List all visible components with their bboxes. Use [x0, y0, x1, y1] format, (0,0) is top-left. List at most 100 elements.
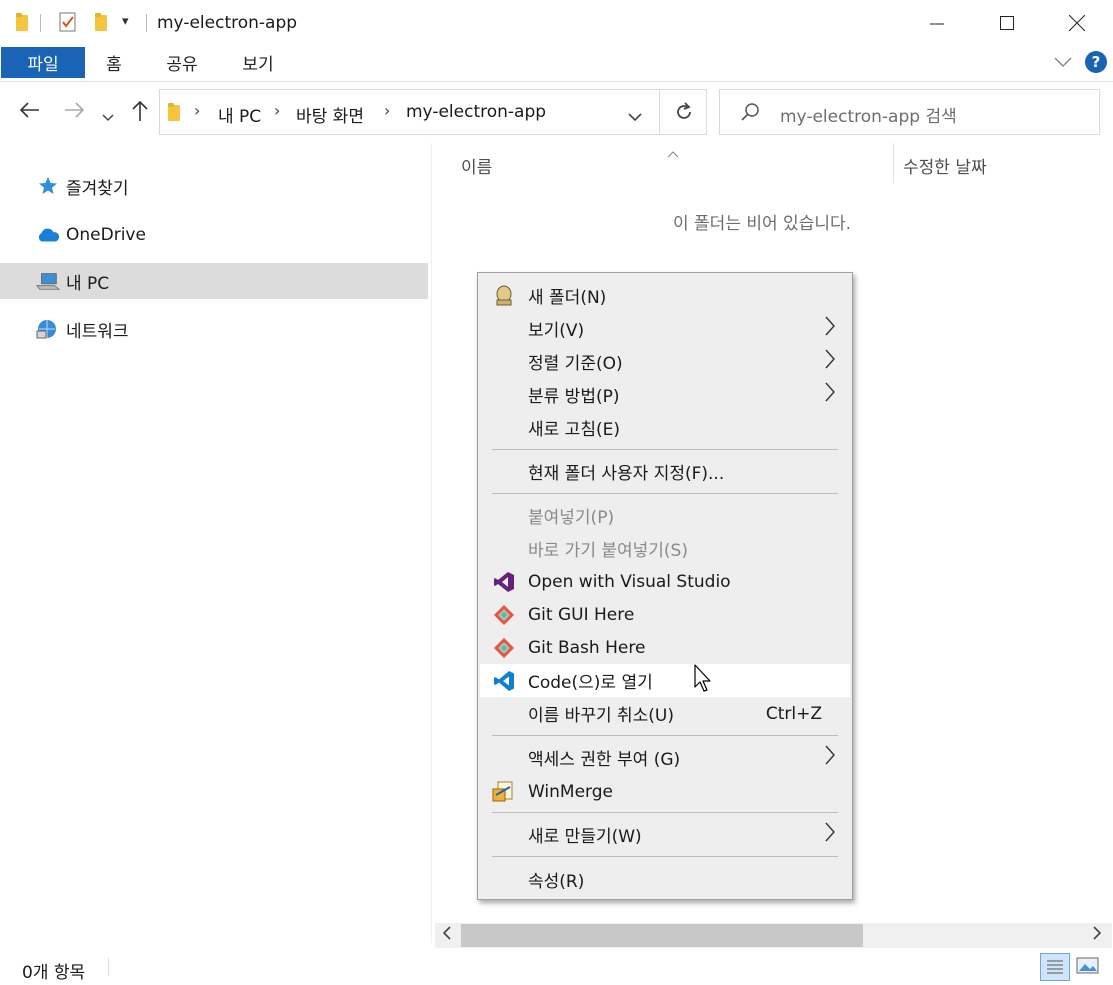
expand-ribbon-icon[interactable]: [1054, 52, 1072, 73]
scroll-right-icon[interactable]: [1091, 925, 1103, 945]
menu-separator: [492, 812, 838, 813]
menu-item-label: 새로 고침(E): [528, 420, 620, 440]
menu-item-new-folder[interactable]: 새 폴더(N): [480, 279, 850, 312]
menu-item-label: 보기(V): [528, 321, 585, 341]
chevron-right-icon: [824, 381, 836, 409]
menu-item-undo-rename[interactable]: 이름 바꾸기 취소(U) Ctrl+Z: [480, 697, 850, 730]
details-view-icon[interactable]: [1040, 953, 1070, 981]
up-button[interactable]: [130, 100, 150, 128]
menu-item-label: WinMerge: [528, 781, 613, 802]
horizontal-scrollbar[interactable]: [435, 923, 1112, 948]
folder-icon: [166, 102, 182, 122]
recent-locations-icon[interactable]: [102, 104, 114, 129]
help-icon[interactable]: ?: [1085, 51, 1107, 73]
empty-folder-message: 이 폴더는 비어 있습니다.: [673, 214, 852, 234]
menu-item-paste-shortcut: 바로 가기 붙여넣기(S): [480, 532, 850, 565]
status-bar: 0개 항목: [0, 948, 1113, 985]
menu-item-group-by[interactable]: 분류 방법(P): [480, 378, 850, 411]
menu-item-label: 바로 가기 붙여넣기(S): [528, 541, 688, 561]
menu-item-sort-by[interactable]: 정렬 기준(O): [480, 345, 850, 378]
column-header-name[interactable]: 이름: [461, 153, 492, 178]
tab-home[interactable]: 홈: [92, 46, 136, 78]
tab-file[interactable]: 파일: [1, 47, 85, 78]
window-title: my-electron-app: [157, 13, 298, 33]
cloud-icon: [36, 223, 60, 247]
search-icon: [740, 102, 760, 126]
minimize-button[interactable]: [902, 0, 972, 46]
breadcrumb-current[interactable]: my-electron-app: [406, 102, 546, 122]
large-icons-view-icon[interactable]: [1076, 956, 1100, 980]
folder-icon: [14, 12, 32, 32]
menu-item-label: Git GUI Here: [528, 604, 635, 625]
sidebar-item-label: 네트워크: [66, 321, 129, 342]
menu-item-give-access[interactable]: 액세스 권한 부여 (G): [480, 741, 850, 774]
visual-studio-icon: [492, 570, 516, 594]
menu-item-label: 분류 방법(P): [528, 387, 620, 407]
menu-item-open-with-code[interactable]: Code(으)로 열기: [480, 664, 850, 697]
chevron-right-icon: [824, 348, 836, 376]
address-bar[interactable]: › 내 PC › 바탕 화면 › my-electron-app: [159, 89, 707, 135]
chevron-right-icon: [824, 821, 836, 849]
tab-share[interactable]: 공유: [156, 46, 208, 78]
sidebar-item-label: OneDrive: [66, 225, 146, 245]
quick-access-dropdown-icon[interactable]: ▾: [122, 14, 129, 29]
close-button[interactable]: [1042, 0, 1112, 46]
menu-item-label: 정렬 기준(O): [528, 354, 623, 374]
menu-item-label: Code(으)로 열기: [528, 673, 653, 693]
breadcrumb-desktop[interactable]: 바탕 화면: [296, 102, 364, 127]
menu-item-label: Open with Visual Studio: [528, 571, 731, 592]
title-bar: ▾ my-electron-app: [0, 0, 1113, 46]
menu-item-git-gui-here[interactable]: Git GUI Here: [480, 598, 850, 631]
sidebar-item-network[interactable]: 네트워크: [0, 311, 428, 347]
back-button[interactable]: [18, 100, 40, 126]
star-icon: [36, 174, 60, 198]
search-input[interactable]: my-electron-app 검색: [719, 89, 1100, 135]
menu-item-git-bash-here[interactable]: Git Bash Here: [480, 631, 850, 664]
address-dropdown-icon[interactable]: [628, 107, 642, 126]
menu-item-view[interactable]: 보기(V): [480, 312, 850, 345]
chevron-right-icon[interactable]: ›: [274, 101, 280, 120]
scroll-left-icon[interactable]: [441, 925, 453, 945]
menu-item-open-with-visual-studio[interactable]: Open with Visual Studio: [480, 565, 850, 598]
forward-button[interactable]: [64, 100, 86, 126]
git-icon: [492, 636, 516, 660]
tab-view[interactable]: 보기: [232, 46, 284, 78]
sidebar-item-onedrive[interactable]: OneDrive: [0, 217, 428, 253]
chevron-right-icon[interactable]: ›: [384, 101, 390, 120]
navigation-bar: › 내 PC › 바탕 화면 › my-electron-app my-elec…: [0, 83, 1113, 143]
menu-item-label: 새로 만들기(W): [528, 827, 642, 847]
menu-item-refresh[interactable]: 새로 고침(E): [480, 411, 850, 444]
git-icon: [492, 603, 516, 627]
search-placeholder: my-electron-app 검색: [780, 107, 957, 127]
refresh-button[interactable]: [674, 101, 694, 127]
menu-item-label: 현재 폴더 사용자 지정(F)...: [528, 464, 725, 484]
network-icon: [36, 317, 60, 341]
sidebar-item-my-pc[interactable]: 내 PC: [0, 263, 428, 299]
menu-separator: [492, 856, 838, 857]
menu-item-shortcut: Ctrl+Z: [765, 703, 822, 724]
sort-ascending-icon: [667, 143, 679, 162]
divider: [146, 14, 147, 32]
chevron-right-icon: [824, 315, 836, 343]
sidebar-item-label: 내 PC: [66, 273, 110, 294]
sidebar-item-quick-access[interactable]: 즐겨찾기: [0, 168, 428, 204]
vscode-icon: [492, 669, 516, 693]
properties-icon[interactable]: [58, 12, 76, 32]
menu-item-label: 새 폴더(N): [528, 288, 607, 308]
scrollbar-thumb[interactable]: [461, 924, 863, 947]
menu-item-new[interactable]: 새로 만들기(W): [480, 818, 850, 851]
menu-item-customize-folder[interactable]: 현재 폴더 사용자 지정(F)...: [480, 455, 850, 488]
menu-item-label: 속성(R): [528, 872, 585, 892]
menu-separator: [492, 735, 838, 736]
column-divider[interactable]: [893, 143, 894, 183]
menu-item-winmerge[interactable]: WinMerge: [480, 775, 850, 808]
menu-separator: [492, 493, 838, 494]
mouse-cursor-icon: [694, 664, 716, 694]
menu-item-label: 액세스 권한 부여 (G): [528, 750, 681, 770]
breadcrumb-my-pc[interactable]: 내 PC: [218, 102, 261, 127]
chevron-right-icon: [824, 744, 836, 772]
menu-item-properties[interactable]: 속성(R): [480, 863, 850, 896]
column-header-date-modified[interactable]: 수정한 날짜: [903, 153, 987, 178]
new-folder-quick-icon[interactable]: [93, 12, 111, 32]
maximize-button[interactable]: [972, 0, 1042, 46]
